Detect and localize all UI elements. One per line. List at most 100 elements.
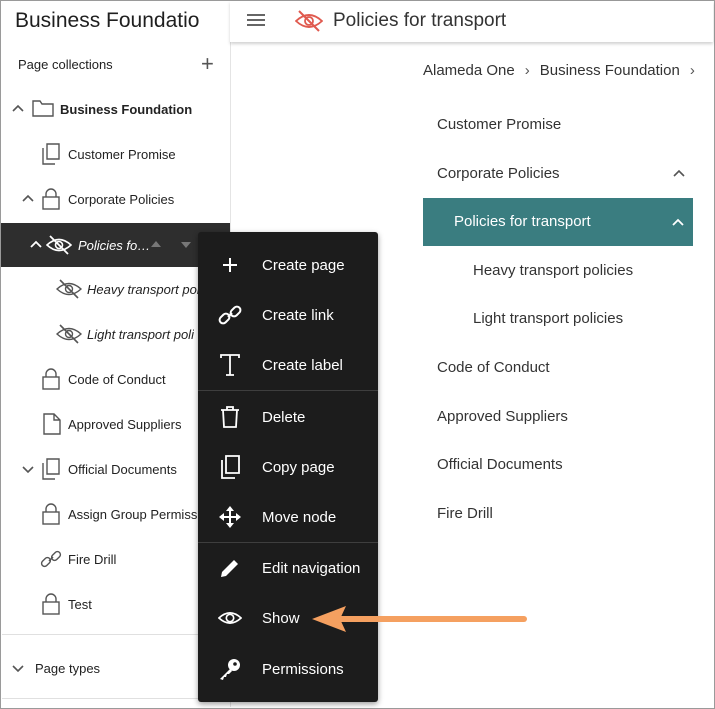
text-icon [218, 353, 242, 377]
menu-item-label: Create page [262, 256, 345, 274]
lock-icon [42, 593, 60, 615]
nav-item-light-transport[interactable]: Light transport policies [473, 310, 623, 327]
menu-create-page[interactable]: Create page [198, 240, 378, 290]
divider [2, 698, 230, 699]
tree-item-fire-drill[interactable]: Fire Drill [1, 540, 230, 578]
breadcrumb: Alameda One › Business Foundation › [423, 62, 705, 79]
menu-item-label: Create label [262, 356, 343, 374]
breadcrumb-item[interactable]: Business Foundation [540, 62, 680, 79]
page-collections-label: Page collections [18, 57, 113, 72]
chevron-up-icon[interactable] [21, 192, 35, 206]
tree-item-approved-suppliers[interactable]: Approved Suppliers [1, 405, 230, 443]
menu-edit-navigation[interactable]: Edit navigation [198, 543, 378, 593]
menu-item-label: Copy page [262, 458, 335, 476]
chevron-right-icon: › [524, 62, 530, 79]
chevron-up-icon[interactable] [11, 102, 25, 116]
tree-item-business-foundation[interactable]: Business Foundation [1, 90, 230, 128]
tree-item-label: Heavy transport pol [87, 281, 200, 297]
eye-off-icon [56, 279, 82, 299]
chevron-up-icon[interactable] [671, 217, 685, 227]
copy-page-icon [42, 458, 60, 480]
tree-item-label: Approved Suppliers [68, 416, 182, 432]
trash-icon [218, 405, 242, 429]
plus-icon[interactable]: + [201, 53, 214, 75]
plus-icon [218, 253, 242, 277]
tree-item-official-documents[interactable]: Official Documents [1, 450, 230, 488]
menu-item-label: Move node [262, 508, 337, 526]
menu-item-label: Edit navigation [262, 559, 361, 577]
move-up-icon[interactable] [151, 240, 161, 248]
sidebar: Business Foundatio Page collections + Bu… [1, 1, 231, 707]
link-icon [40, 550, 62, 568]
menu-delete[interactable]: Delete [198, 392, 378, 442]
tree-item-corporate-policies[interactable]: Corporate Policies [1, 180, 230, 218]
tree-item-test[interactable]: Test [1, 585, 230, 623]
nav-item-fire-drill[interactable]: Fire Drill [437, 505, 493, 522]
tree-item-label: Policies fo… [78, 237, 151, 253]
chevron-up-icon[interactable] [29, 238, 43, 252]
move-down-icon[interactable] [181, 241, 191, 249]
lock-icon [42, 368, 60, 390]
menu-item-label: Permissions [262, 660, 344, 678]
annotation-arrow [312, 606, 527, 632]
tree-item-label: Customer Promise [68, 146, 176, 162]
key-icon [218, 657, 242, 681]
menu-divider [198, 390, 378, 391]
tree-item-label: Test [68, 596, 92, 612]
eye-off-icon [56, 324, 82, 344]
menu-item-label: Create link [262, 306, 334, 324]
eye-off-icon [295, 10, 323, 32]
nav-item-official-documents[interactable]: Official Documents [437, 456, 563, 473]
top-header: Policies for transport [230, 1, 713, 42]
breadcrumb-item[interactable]: Alameda One [423, 62, 515, 79]
nav-item-approved-suppliers[interactable]: Approved Suppliers [437, 408, 568, 425]
menu-move-node[interactable]: Move node [198, 492, 378, 542]
tree-item-label: Business Foundation [60, 101, 193, 117]
tree-item-label: Official Documents [68, 461, 177, 477]
tree-item-label: Light transport poli [87, 326, 194, 342]
lock-icon [42, 503, 60, 525]
tree-item-label: Fire Drill [68, 551, 117, 567]
chevron-down-icon[interactable] [11, 661, 25, 675]
page-title: Policies for transport [333, 10, 507, 31]
chevron-up-icon[interactable] [672, 168, 686, 178]
folder-icon [32, 100, 54, 117]
eye-icon [218, 606, 242, 630]
tree-item-label: Code of Conduct [68, 371, 166, 387]
menu-create-link[interactable]: Create link [198, 290, 378, 340]
chevron-right-icon: › [689, 62, 695, 79]
tree-item-label: Assign Group Permiss [68, 506, 198, 522]
nav-item-label: Policies for transport [454, 213, 591, 230]
tree-item-label: Corporate Policies [68, 191, 175, 207]
page-icon [43, 413, 61, 435]
nav-item-code-of-conduct[interactable]: Code of Conduct [437, 359, 550, 376]
menu-permissions[interactable]: Permissions [198, 644, 378, 694]
chevron-down-icon[interactable] [21, 462, 35, 476]
tree-item-light-transport[interactable]: Light transport poli [1, 315, 230, 353]
link-icon [218, 303, 242, 327]
site-title[interactable]: Business Foundatio [15, 9, 210, 33]
nav-item-policies-for-transport[interactable]: Policies for transport [423, 198, 693, 246]
page-types-label: Page types [35, 660, 101, 676]
menu-item-label: Delete [262, 408, 306, 426]
hamburger-icon[interactable] [247, 13, 265, 27]
tree-item-assign-group-permissions[interactable]: Assign Group Permiss [1, 495, 230, 533]
tree-item-heavy-transport[interactable]: Heavy transport pol [1, 270, 230, 308]
divider [2, 634, 230, 635]
menu-create-label[interactable]: Create label [198, 340, 378, 390]
lock-icon [42, 188, 60, 210]
page-types-section[interactable]: Page types [1, 649, 230, 687]
menu-copy-page[interactable]: Copy page [198, 442, 378, 492]
tree-item-customer-promise[interactable]: Customer Promise [1, 135, 230, 173]
tree-item-policies-for-transport[interactable]: Policies fo… [1, 223, 230, 267]
copy-icon [218, 455, 242, 479]
pencil-icon [218, 556, 242, 580]
nav-item-customer-promise[interactable]: Customer Promise [437, 116, 561, 133]
menu-item-label: Show [262, 609, 300, 627]
tree-item-code-of-conduct[interactable]: Code of Conduct [1, 360, 230, 398]
nav-item-heavy-transport[interactable]: Heavy transport policies [473, 262, 633, 279]
eye-off-icon [46, 235, 72, 255]
copy-page-icon [42, 143, 60, 165]
nav-item-corporate-policies[interactable]: Corporate Policies [437, 165, 560, 182]
move-icon [218, 505, 242, 529]
